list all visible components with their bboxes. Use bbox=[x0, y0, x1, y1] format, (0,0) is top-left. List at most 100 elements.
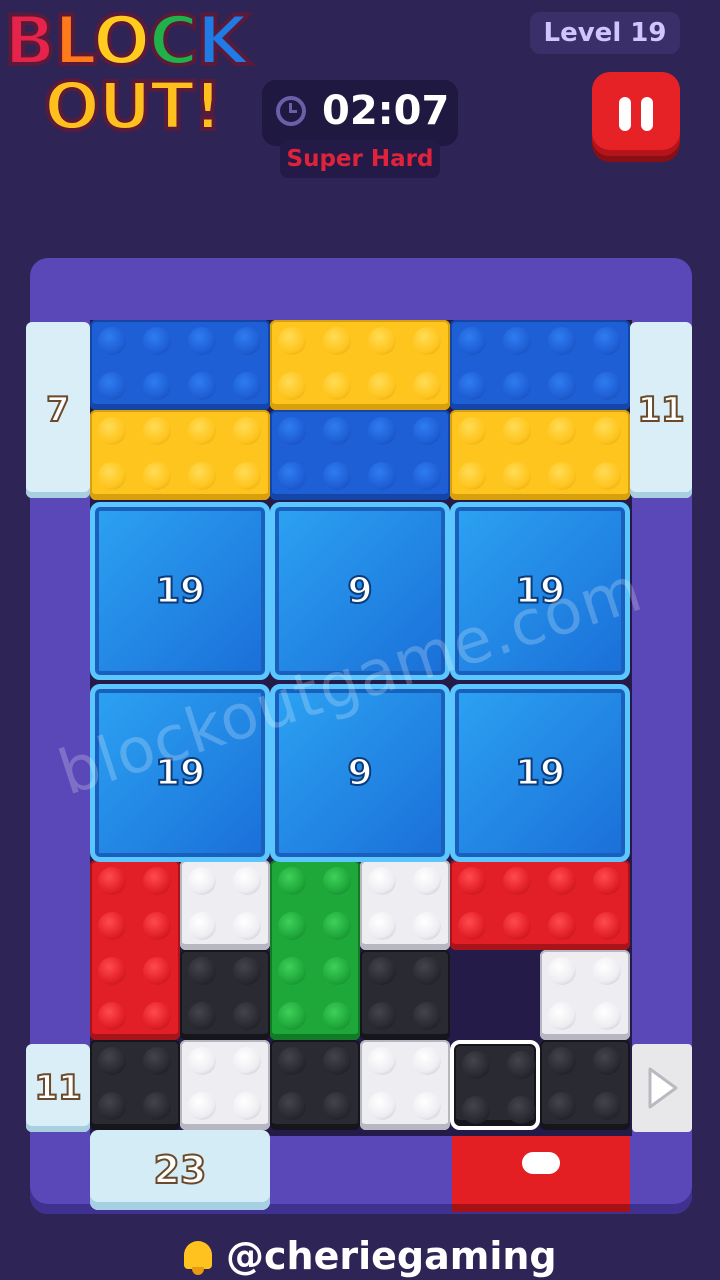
lego-stud bbox=[548, 462, 576, 490]
lego-stud bbox=[593, 372, 621, 400]
yellow-lego-block[interactable] bbox=[90, 410, 270, 500]
lego-stud bbox=[323, 1002, 351, 1030]
lego-stud bbox=[323, 327, 351, 355]
ice-counter: 19 bbox=[514, 752, 566, 795]
lego-stud bbox=[233, 417, 261, 445]
white-lego-block[interactable] bbox=[180, 860, 270, 950]
ice-block: 19 bbox=[450, 684, 630, 862]
lego-stud bbox=[413, 957, 441, 985]
lego-stud bbox=[143, 1047, 171, 1075]
lego-stud bbox=[593, 417, 621, 445]
lego-stud bbox=[548, 912, 576, 940]
lego-stud bbox=[548, 372, 576, 400]
bell-icon bbox=[180, 1237, 216, 1275]
handle-text: @cheriegaming bbox=[226, 1234, 557, 1278]
lego-stud bbox=[233, 1047, 261, 1075]
lego-stud bbox=[233, 327, 261, 355]
red-lego-block[interactable] bbox=[90, 860, 180, 1040]
lego-stud bbox=[548, 1047, 576, 1075]
lego-stud bbox=[503, 462, 531, 490]
green-lego-block[interactable] bbox=[270, 860, 360, 1040]
lego-stud bbox=[593, 867, 621, 895]
lego-stud bbox=[593, 1092, 621, 1120]
lego-stud bbox=[368, 372, 396, 400]
lego-stud bbox=[233, 462, 261, 490]
lego-stud bbox=[188, 417, 216, 445]
lego-stud bbox=[143, 867, 171, 895]
lego-stud bbox=[278, 867, 306, 895]
lego-stud bbox=[507, 1096, 535, 1124]
lego-stud bbox=[143, 417, 171, 445]
lego-stud bbox=[188, 1047, 216, 1075]
black-lego-block[interactable] bbox=[360, 950, 450, 1040]
black-lego-block[interactable] bbox=[450, 1040, 540, 1130]
lego-stud bbox=[188, 1092, 216, 1120]
lego-stud bbox=[278, 327, 306, 355]
lego-stud bbox=[503, 372, 531, 400]
lego-stud bbox=[323, 1047, 351, 1075]
lego-stud bbox=[368, 1092, 396, 1120]
lego-stud bbox=[98, 417, 126, 445]
blue-lego-block[interactable] bbox=[270, 410, 450, 500]
lego-stud bbox=[323, 417, 351, 445]
lego-stud bbox=[593, 327, 621, 355]
lego-stud bbox=[548, 957, 576, 985]
lego-stud bbox=[413, 327, 441, 355]
lego-stud bbox=[278, 1047, 306, 1075]
lego-stud bbox=[458, 867, 486, 895]
creator-handle: @cheriegaming bbox=[180, 1232, 560, 1280]
lego-stud bbox=[462, 1096, 490, 1124]
blue-lego-block[interactable] bbox=[450, 320, 630, 410]
lego-stud bbox=[278, 372, 306, 400]
lego-stud bbox=[548, 1092, 576, 1120]
lego-stud bbox=[143, 462, 171, 490]
black-lego-block[interactable] bbox=[90, 1040, 180, 1130]
lego-stud bbox=[507, 1051, 535, 1079]
lego-stud bbox=[233, 957, 261, 985]
lego-stud bbox=[143, 327, 171, 355]
yellow-lego-block[interactable] bbox=[270, 320, 450, 410]
white-lego-block[interactable] bbox=[180, 1040, 270, 1130]
lego-stud bbox=[503, 417, 531, 445]
lego-stud bbox=[368, 1002, 396, 1030]
lego-stud bbox=[143, 912, 171, 940]
lego-stud bbox=[323, 912, 351, 940]
lego-stud bbox=[503, 912, 531, 940]
lego-stud bbox=[413, 417, 441, 445]
lego-stud bbox=[413, 867, 441, 895]
lego-stud bbox=[593, 912, 621, 940]
lego-stud bbox=[98, 957, 126, 985]
lego-stud bbox=[188, 372, 216, 400]
blue-lego-block[interactable] bbox=[90, 320, 270, 410]
lego-stud bbox=[323, 372, 351, 400]
white-lego-block[interactable] bbox=[360, 1040, 450, 1130]
lego-stud bbox=[233, 372, 261, 400]
black-lego-block[interactable] bbox=[270, 1040, 360, 1130]
lego-stud bbox=[278, 957, 306, 985]
black-lego-block[interactable] bbox=[180, 950, 270, 1040]
white-lego-block[interactable] bbox=[540, 950, 630, 1040]
lego-stud bbox=[593, 1047, 621, 1075]
white-lego-block[interactable] bbox=[360, 860, 450, 950]
lego-stud bbox=[503, 327, 531, 355]
lego-stud bbox=[458, 417, 486, 445]
lego-stud bbox=[368, 327, 396, 355]
lego-stud bbox=[323, 957, 351, 985]
lego-stud bbox=[278, 1002, 306, 1030]
red-lego-block[interactable] bbox=[450, 860, 630, 950]
yellow-lego-block[interactable] bbox=[450, 410, 630, 500]
lego-stud bbox=[143, 372, 171, 400]
lego-stud bbox=[413, 912, 441, 940]
lego-stud bbox=[188, 1002, 216, 1030]
black-lego-block[interactable] bbox=[540, 1040, 630, 1130]
lego-stud bbox=[368, 867, 396, 895]
lego-stud bbox=[188, 462, 216, 490]
lego-stud bbox=[323, 462, 351, 490]
lego-stud bbox=[233, 1092, 261, 1120]
lego-stud bbox=[503, 867, 531, 895]
lego-stud bbox=[413, 1047, 441, 1075]
lego-stud bbox=[188, 912, 216, 940]
lego-stud bbox=[458, 327, 486, 355]
lego-stud bbox=[278, 1092, 306, 1120]
ice-counter: 19 bbox=[154, 570, 206, 613]
